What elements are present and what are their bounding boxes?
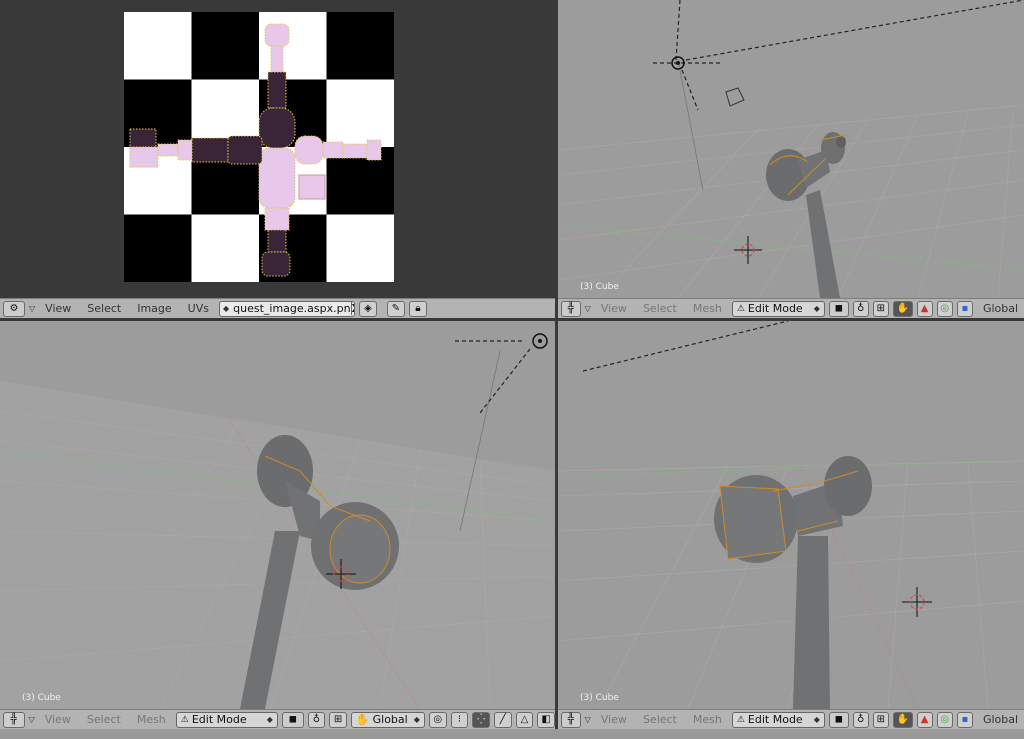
viewport-bottom-left-header: ╬ ▽ View Select Mesh ⚠ Edit Mode ◆ ◼ ♁ ⊞…: [0, 709, 555, 729]
scale-icon[interactable]: ▪: [956, 300, 973, 317]
viewport-top-right-scene: [558, 0, 1024, 298]
mode-select[interactable]: ⚠ Edit Mode ◆: [731, 300, 825, 317]
area-divider-horizontal[interactable]: [0, 318, 1024, 321]
snap-icon[interactable]: ⊞: [872, 711, 889, 728]
menu-mesh[interactable]: Mesh: [131, 713, 172, 726]
pin-icon[interactable]: ✎: [386, 300, 405, 317]
viewport-bottom-right-scene: [558, 321, 1024, 709]
header-collapse-triangle-icon[interactable]: ▽: [29, 715, 35, 724]
header-collapse-triangle-icon[interactable]: ▽: [585, 304, 591, 313]
pivot-icon[interactable]: ♁: [852, 300, 869, 317]
orientation-label: Global: [372, 713, 408, 726]
viewport-bottom-right-header: ╬ ▽ View Select Mesh ⚠ Edit Mode ◆ ◼ ♁ ⊞…: [558, 709, 1024, 729]
viewport-object-label: (3) Cube: [22, 693, 61, 703]
vertex-select-icon[interactable]: ⁛: [472, 711, 490, 728]
viewport-top-right[interactable]: (3) Cube: [558, 0, 1024, 298]
chevron-down-icon: ◆: [813, 304, 820, 313]
bottom-panel-edge: [0, 729, 1024, 739]
uv-layout-svg: [124, 12, 394, 282]
edit-mode-icon: ⚠: [736, 714, 745, 725]
menu-mesh[interactable]: Mesh: [687, 713, 728, 726]
editor-type-icon[interactable]: ⚙: [3, 300, 25, 317]
manipulator-hand-icon[interactable]: ✋: [892, 300, 913, 317]
area-divider-vertical[interactable]: [555, 0, 558, 739]
edge-select-icon[interactable]: ╱: [493, 711, 512, 728]
menu-image[interactable]: Image: [131, 302, 177, 315]
menu-select[interactable]: Select: [81, 713, 127, 726]
menu-select[interactable]: Select: [637, 713, 683, 726]
mode-label: Edit Mode: [747, 713, 803, 726]
menu-uvs[interactable]: UVs: [182, 302, 215, 315]
mode-label: Edit Mode: [191, 713, 247, 726]
orientation-label[interactable]: Global: [977, 302, 1024, 315]
occlude-geometry-icon[interactable]: ◧: [537, 711, 555, 728]
face-select-icon[interactable]: △: [515, 711, 534, 728]
pivot-icon[interactable]: ♁: [852, 711, 869, 728]
manipulator-hand-icon[interactable]: ✋: [892, 711, 913, 728]
viewport-top-right-header: ╬ ▽ View Select Mesh ⚠ Edit Mode ◆ ◼ ♁ ⊞…: [558, 298, 1024, 318]
editor-type-icon[interactable]: ╬: [3, 711, 25, 728]
menu-select[interactable]: Select: [81, 302, 127, 315]
draw-type-icon[interactable]: ◼: [828, 711, 849, 728]
header-collapse-triangle-icon[interactable]: ▽: [585, 715, 591, 724]
rotate-icon[interactable]: ◎: [936, 711, 953, 728]
draw-type-icon[interactable]: ◼: [828, 300, 849, 317]
editor-type-icon[interactable]: ╬: [561, 300, 581, 317]
menu-view[interactable]: View: [595, 302, 633, 315]
viewport-bottom-left[interactable]: (3) Cube: [0, 321, 555, 709]
menu-select[interactable]: Select: [637, 302, 683, 315]
uv-editor-header: ⚙ ▽ View Select Image UVs ◆ quest_image.…: [0, 298, 555, 318]
image-close-icon[interactable]: X: [350, 302, 354, 315]
header-collapse-triangle-icon[interactable]: ▽: [29, 304, 35, 313]
pivot-icon[interactable]: ♁: [307, 711, 326, 728]
proportional-edit-icon[interactable]: ◎: [428, 711, 447, 728]
chevron-down-icon: ◆: [266, 715, 273, 724]
translate-icon[interactable]: ▲: [916, 300, 933, 317]
image-name-text: quest_image.aspx.pn: [233, 302, 351, 315]
chevron-down-icon: ◆: [813, 715, 820, 724]
viewport-bottom-left-scene: [0, 333, 555, 709]
viewport-bottom-right[interactable]: (3) Cube: [558, 321, 1024, 709]
select-mode-settings-icon[interactable]: ⁝: [450, 711, 469, 728]
menu-view[interactable]: View: [595, 713, 633, 726]
menu-view[interactable]: View: [39, 713, 77, 726]
image-name-field[interactable]: ◆ quest_image.aspx.pn X: [218, 300, 355, 317]
viewport-object-label: (3) Cube: [580, 282, 619, 292]
rotate-icon[interactable]: ◎: [936, 300, 953, 317]
mode-select[interactable]: ⚠ Edit Mode ◆: [175, 711, 278, 728]
mode-select[interactable]: ⚠ Edit Mode ◆: [731, 711, 825, 728]
scale-icon[interactable]: ▪: [956, 711, 973, 728]
image-pack-icon[interactable]: ◈: [358, 300, 377, 317]
orientation-label[interactable]: Global: [977, 713, 1024, 726]
snap-icon[interactable]: ⊞: [872, 300, 889, 317]
edit-mode-icon: ⚠: [736, 303, 745, 314]
orientation-select[interactable]: ✋ Global ◆: [350, 711, 425, 728]
snap-icon[interactable]: ⊞: [329, 711, 347, 728]
translate-icon[interactable]: ▲: [916, 711, 933, 728]
mode-label: Edit Mode: [747, 302, 803, 315]
menu-view[interactable]: View: [39, 302, 77, 315]
editor-type-icon[interactable]: ╬: [561, 711, 581, 728]
edit-mode-icon: ⚠: [180, 714, 189, 725]
lock-icon[interactable]: 🔒︎: [408, 300, 427, 317]
viewport-object-label: (3) Cube: [580, 693, 619, 703]
draw-type-icon[interactable]: ◼: [281, 711, 304, 728]
uv-editor-canvas[interactable]: [0, 0, 555, 298]
manipulator-hand-icon: ✋: [355, 713, 370, 726]
chevron-down-icon: ◆: [413, 715, 420, 724]
uv-checker-image: [124, 12, 394, 282]
menu-mesh[interactable]: Mesh: [687, 302, 728, 315]
